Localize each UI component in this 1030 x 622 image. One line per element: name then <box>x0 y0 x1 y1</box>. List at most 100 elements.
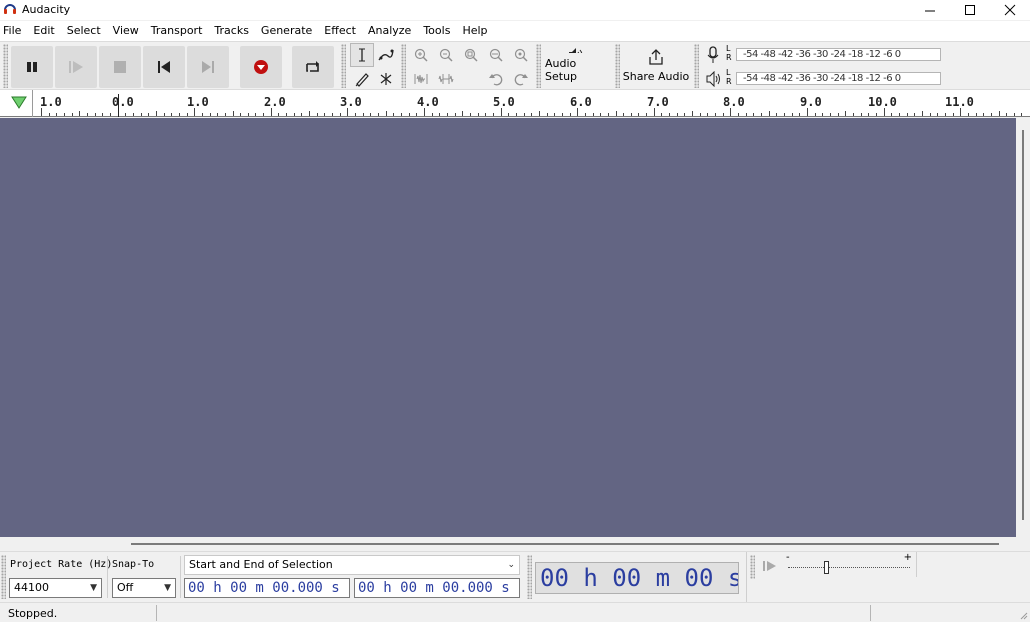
ruler-tick <box>347 108 348 116</box>
edit-toolbar-grip[interactable] <box>401 44 406 88</box>
project-rate-label: Project Rate (Hz) <box>10 559 113 570</box>
ruler-tick <box>991 113 992 116</box>
menu-analyze[interactable]: Analyze <box>364 21 419 41</box>
bottom-divider <box>107 556 108 598</box>
play-button[interactable] <box>55 46 97 88</box>
chevron-down-icon: ▼ <box>90 583 97 593</box>
ruler-label: 8.0 <box>723 95 745 109</box>
track-area[interactable] <box>0 118 1016 537</box>
trim-icon <box>414 74 428 84</box>
audio-setup-toolbar-grip[interactable] <box>536 44 541 88</box>
loop-button[interactable] <box>292 46 334 88</box>
ruler-tick <box>110 113 111 116</box>
share-toolbar-grip[interactable] <box>615 44 620 88</box>
play-at-speed-button[interactable] <box>758 554 782 578</box>
ruler-tick <box>87 113 88 116</box>
skip-to-start-button[interactable] <box>143 46 185 88</box>
ruler-tick <box>64 113 65 116</box>
trim-button[interactable] <box>409 67 433 91</box>
ruler-tick <box>593 113 594 116</box>
playback-meter-button[interactable] <box>701 67 725 91</box>
menu-generate[interactable]: Generate <box>257 21 320 41</box>
audio-setup-button[interactable]: Audio Setup <box>545 46 611 88</box>
ruler-tick <box>355 113 356 116</box>
record-meter-button[interactable] <box>701 43 725 67</box>
vertical-scrollbar[interactable] <box>1016 118 1030 537</box>
speaker-icon <box>706 71 720 87</box>
timeline-ruler[interactable]: 1.0 0.0 1.0 2.0 3.0 4.0 5.0 6.0 7.0 8.0 … <box>0 90 1030 117</box>
record-icon <box>254 60 268 74</box>
stop-button[interactable] <box>99 46 141 88</box>
multi-tool-button[interactable] <box>374 67 398 91</box>
transport-toolbar-grip[interactable] <box>3 44 8 88</box>
selection-start-time[interactable]: 00 h 00 m 00.000 s <box>184 578 350 598</box>
record-button[interactable] <box>240 46 282 88</box>
maximize-button[interactable] <box>950 0 990 20</box>
record-meter-scale: -54 -48 -42 -36 -30 -24 -18 -12 -6 0 <box>736 48 941 61</box>
draw-tool-button[interactable] <box>350 67 374 91</box>
menu-select[interactable]: Select <box>63 21 109 41</box>
selection-end-time[interactable]: 00 h 00 m 00.000 s <box>354 578 520 598</box>
horizontal-scrollbar[interactable] <box>0 537 1030 551</box>
time-toolbar-grip[interactable] <box>527 555 532 599</box>
pause-button[interactable] <box>11 46 53 88</box>
redo-button[interactable] <box>509 67 533 91</box>
menu-transport[interactable]: Transport <box>147 21 211 41</box>
zoom-out-button[interactable] <box>434 43 458 67</box>
ruler-tick <box>562 113 563 116</box>
menu-edit[interactable]: Edit <box>29 21 62 41</box>
menu-effect[interactable]: Effect <box>320 21 364 41</box>
zoom-toggle-icon <box>514 48 528 62</box>
share-audio-label: Share Audio <box>622 70 690 83</box>
ruler-tick <box>838 113 839 116</box>
snap-to-select[interactable]: Off ▼ <box>112 578 176 598</box>
speaker-icon <box>569 48 583 53</box>
silence-button[interactable] <box>434 67 458 91</box>
audio-position-value: 00 h 00 m 00 s <box>540 564 739 592</box>
share-audio-button[interactable]: Share Audio <box>622 46 690 88</box>
playback-meter[interactable]: LR -54 -48 -42 -36 -30 -24 -18 -12 -6 0 <box>726 68 946 88</box>
menu-help[interactable]: Help <box>458 21 495 41</box>
menu-view[interactable]: View <box>109 21 147 41</box>
ruler-tick <box>922 111 923 116</box>
ruler-tick <box>654 108 655 116</box>
ruler-tick <box>286 113 287 116</box>
maximize-icon <box>965 5 975 15</box>
rate-toolbar-grip[interactable] <box>1 555 6 599</box>
menu-tracks[interactable]: Tracks <box>210 21 257 41</box>
minimize-button[interactable] <box>910 0 950 20</box>
undo-button[interactable] <box>484 67 508 91</box>
fit-selection-icon <box>464 48 478 62</box>
close-button[interactable] <box>990 0 1030 20</box>
ruler-tick <box>156 111 157 116</box>
audio-position-display[interactable]: 00 h 00 m 00 s <box>535 562 739 594</box>
envelope-tool-button[interactable] <box>374 43 398 67</box>
menu-tools[interactable]: Tools <box>419 21 458 41</box>
skip-to-end-button[interactable] <box>187 46 229 88</box>
horizontal-scrollbar-thumb[interactable] <box>131 543 999 545</box>
vertical-scrollbar-thumb[interactable] <box>1022 130 1024 520</box>
meter-toolbar-grip[interactable] <box>694 44 699 88</box>
speed-slider-thumb[interactable] <box>824 561 829 574</box>
timeline-options-icon[interactable] <box>10 95 28 109</box>
selection-tool-button[interactable] <box>350 43 374 67</box>
record-meter[interactable]: LR -54 -48 -42 -36 -30 -24 -18 -12 -6 0 <box>726 44 946 64</box>
menu-file[interactable]: File <box>0 21 29 41</box>
playback-speed-slider[interactable]: - + <box>786 552 912 577</box>
play-at-speed-toolbar-grip[interactable] <box>750 555 755 579</box>
ruler-tick <box>769 111 770 116</box>
zoom-toggle-button[interactable] <box>509 43 533 67</box>
share-icon <box>649 49 663 65</box>
project-rate-select[interactable]: 44100 ▼ <box>9 578 102 598</box>
ruler-tick <box>462 111 463 116</box>
ruler-tick <box>730 108 731 116</box>
selection-mode-select[interactable]: Start and End of Selection ⌄ <box>184 555 520 575</box>
status-separator <box>870 605 871 621</box>
fit-project-button[interactable] <box>484 43 508 67</box>
resize-grip-icon[interactable] <box>1018 610 1028 620</box>
zoom-in-button[interactable] <box>409 43 433 67</box>
fit-selection-button[interactable] <box>459 43 483 67</box>
ruler-tick <box>171 113 172 116</box>
tools-toolbar-grip[interactable] <box>341 44 346 88</box>
ruler-tick <box>432 113 433 116</box>
